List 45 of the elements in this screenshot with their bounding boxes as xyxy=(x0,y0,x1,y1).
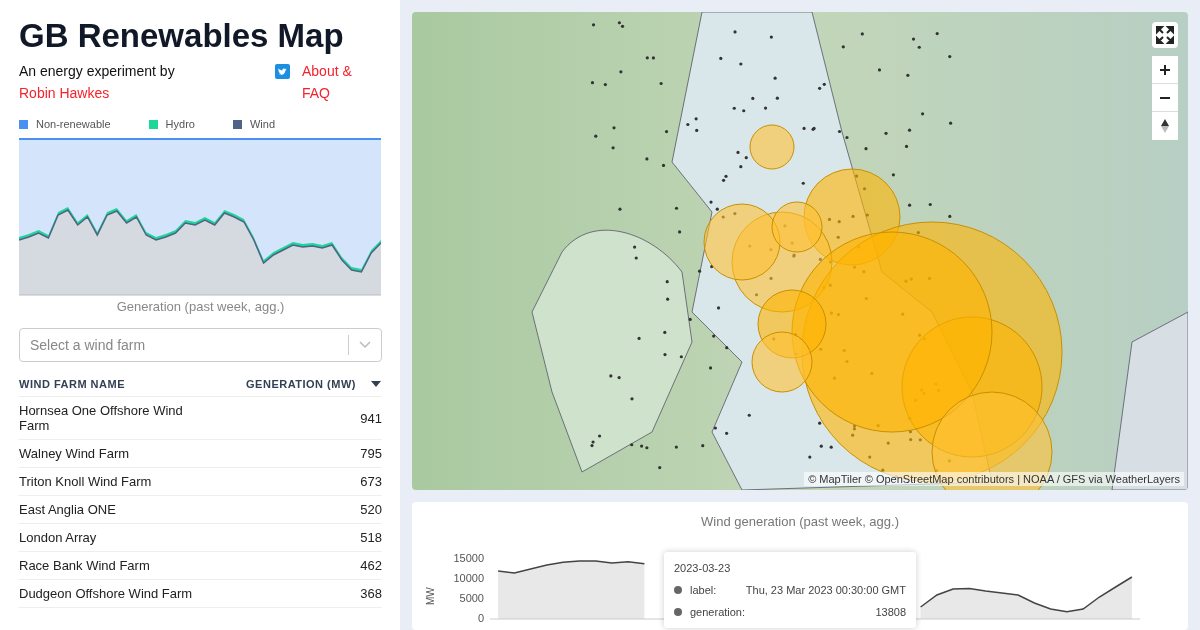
table-cell: Triton Knoll Wind Farm xyxy=(19,467,209,496)
axis-tick-label: 10000 xyxy=(453,571,484,584)
table-cell: London Array xyxy=(19,523,209,552)
axis-tick-label: 0 xyxy=(477,611,484,624)
tooltip-key: label: xyxy=(690,584,738,596)
sort-descending-icon[interactable] xyxy=(370,380,382,388)
table-cell: East Anglia ONE xyxy=(19,495,209,524)
axis-tick-label: 5000 xyxy=(459,591,484,604)
minus-icon[interactable] xyxy=(1159,96,1171,99)
byline-text: An energy experiment by xyxy=(19,63,175,79)
table-cell: 518 xyxy=(209,523,382,552)
dot-icon xyxy=(674,608,682,616)
tooltip-key: generation: xyxy=(690,606,868,618)
table-cell: 368 xyxy=(209,579,382,608)
tooltip-value: Thu, 23 Mar 2023 00:30:00 GMT xyxy=(745,584,906,596)
zoom-in-button[interactable] xyxy=(1152,56,1178,84)
table-cell: 941 xyxy=(209,396,382,440)
table-cell: 462 xyxy=(209,551,382,580)
about-link[interactable]: About & FAQ xyxy=(302,60,370,104)
legend-label[interactable]: Non-renewable xyxy=(36,118,111,130)
dot-icon xyxy=(674,586,682,594)
wind-farm-select[interactable]: Select a wind farm xyxy=(19,328,382,362)
compass-icon[interactable] xyxy=(1161,119,1169,133)
tooltip-value: 13808 xyxy=(875,606,906,618)
bird-icon[interactable] xyxy=(275,64,290,79)
axis-tick-label: 15000 xyxy=(453,551,484,564)
author-link[interactable]: Robin Hawkes xyxy=(19,85,110,101)
legend-label[interactable]: Wind xyxy=(249,118,275,130)
column-header[interactable]: WIND FARM NAME xyxy=(19,372,209,397)
plus-icon[interactable] xyxy=(1159,63,1171,76)
table-cell: Hornsea One Offshore Wind Farm xyxy=(19,396,209,440)
table-cell: 673 xyxy=(209,467,382,496)
table-cell: 520 xyxy=(209,495,382,524)
legend-label[interactable]: Hydro xyxy=(165,118,195,130)
chart-caption: Generation (past week, agg.) xyxy=(115,299,286,314)
table-cell: Dudgeon Offshore Wind Farm xyxy=(19,579,209,608)
table-cell: 795 xyxy=(209,439,382,468)
column-header[interactable]: GENERATION (MW) xyxy=(209,372,356,397)
chart-title: Wind generation (past week, agg.) xyxy=(700,514,900,529)
axis-label: MW xyxy=(425,587,436,605)
table-cell: Walney Wind Farm xyxy=(19,439,209,468)
page-title: GB Renewables Map xyxy=(19,16,345,56)
tooltip-date: 2023-03-23 xyxy=(674,562,732,574)
table-cell: Race Bank Wind Farm xyxy=(19,551,209,580)
map-attribution: © MapTiler © OpenStreetMap contributors | NOAA / GFS via WeatherLayers xyxy=(804,472,1184,486)
